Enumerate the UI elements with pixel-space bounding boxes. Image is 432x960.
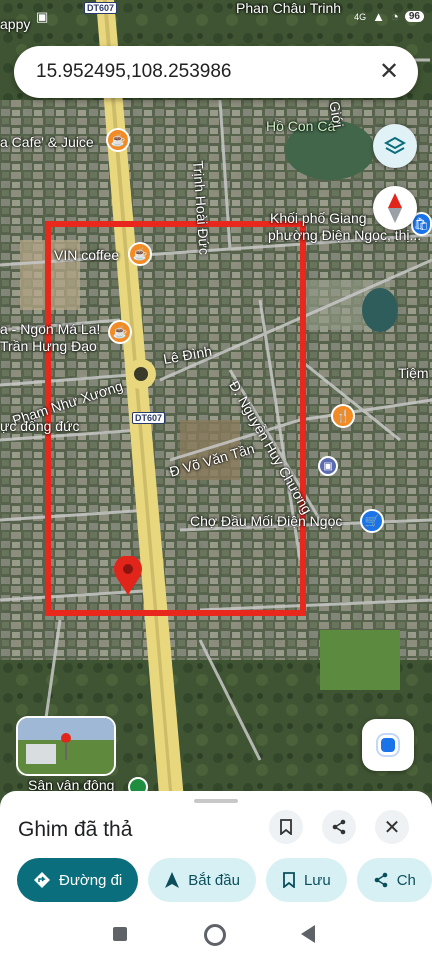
back-icon[interactable] — [301, 925, 315, 943]
wifi-icon: ◔ — [391, 9, 399, 24]
search-bar[interactable]: 15.952495,108.253986 ✕ — [14, 46, 418, 98]
my-location-icon — [378, 735, 398, 755]
close-sheet-button[interactable]: ✕ — [375, 810, 409, 844]
recents-icon[interactable] — [113, 927, 127, 941]
map-label-khoi-pho: Khối phố Giang — [270, 210, 367, 226]
map-label-cho-dau-moi: Chợ Đầu Mối Điện Ngọc — [190, 513, 343, 529]
street-view-thumbnail[interactable] — [16, 716, 116, 776]
share-button[interactable] — [322, 810, 356, 844]
restaurant-poi-icon[interactable]: 🍴 — [331, 404, 355, 428]
save-button[interactable]: Lưu — [265, 858, 347, 902]
signal-icon: ▲ — [372, 9, 386, 24]
search-input[interactable]: 15.952495,108.253986 — [36, 61, 231, 83]
action-chips: Đường đi Bắt đầu Lưu Ch — [17, 858, 432, 902]
cafe-poi-icon[interactable]: ☕ — [106, 128, 130, 152]
bottom-sheet[interactable]: Ghim đã thả ✕ Đường đi Bắt đầu Lưu Ch — [0, 791, 432, 960]
network-label: 4G — [354, 11, 367, 22]
navigation-arrow-icon — [165, 872, 180, 888]
home-icon[interactable] — [204, 924, 226, 946]
sheet-drag-handle[interactable] — [194, 799, 238, 803]
cafe-poi-icon[interactable]: ☕ — [108, 320, 132, 344]
compass-icon — [388, 193, 402, 223]
directions-label: Đường đi — [59, 871, 123, 889]
bookmark-button[interactable] — [269, 810, 303, 844]
save-label: Lưu — [303, 871, 331, 889]
start-label: Bắt đầu — [188, 871, 240, 889]
system-nav-bar — [0, 917, 432, 960]
bookmark-icon — [280, 819, 292, 835]
start-button[interactable]: Bắt đầu — [148, 858, 256, 902]
map-label-ngon-ma-la: a - Ngon Má La! — [0, 321, 101, 337]
status-icons-left: ▣ — [36, 9, 48, 25]
status-bar: ▣ 4G ▲ ◔ 96 — [0, 0, 432, 36]
bookmark-icon — [283, 872, 295, 888]
close-icon[interactable]: ✕ — [374, 57, 404, 87]
map-label-ruc-dong-duc: ực đông đức — [0, 418, 80, 434]
share-action-button[interactable]: Ch — [356, 858, 432, 902]
map-label-ho-con-ca: Hồ Con Cá — [266, 118, 336, 134]
cafe-poi-icon[interactable]: ☕ — [128, 242, 152, 266]
share-icon — [332, 819, 346, 835]
directions-button[interactable]: Đường đi — [17, 858, 139, 902]
layers-icon — [384, 136, 406, 155]
battery-indicator: 96 — [404, 11, 424, 22]
bus-stop-icon[interactable]: ▣ — [318, 456, 338, 476]
app-notification-icon: ▣ — [36, 9, 49, 24]
map-label-vin-coffee: VIN coffee — [54, 247, 120, 263]
shopping-cart-icon[interactable]: 🛒 — [360, 509, 384, 533]
map-label-tran-hung-dao: Trần Hưng Đạo — [0, 338, 97, 354]
share-icon — [374, 872, 388, 888]
directions-icon — [34, 872, 50, 888]
status-icons-right: 4G ▲ ◔ 96 — [354, 9, 424, 24]
sheet-title: Ghim đã thả — [18, 818, 133, 841]
map-label-tiem: Tiệm — [398, 365, 429, 381]
street-view-image — [18, 718, 114, 774]
map-label-cafe-juice: a Cafe' & Juice — [0, 134, 94, 150]
my-location-button[interactable] — [362, 719, 414, 771]
share-action-label: Ch — [396, 871, 416, 889]
road-badge: DT607 — [132, 412, 166, 424]
compass-button[interactable] — [373, 186, 417, 230]
close-icon: ✕ — [383, 816, 401, 839]
layers-button[interactable] — [373, 124, 417, 168]
dropped-pin-icon[interactable] — [114, 556, 142, 596]
